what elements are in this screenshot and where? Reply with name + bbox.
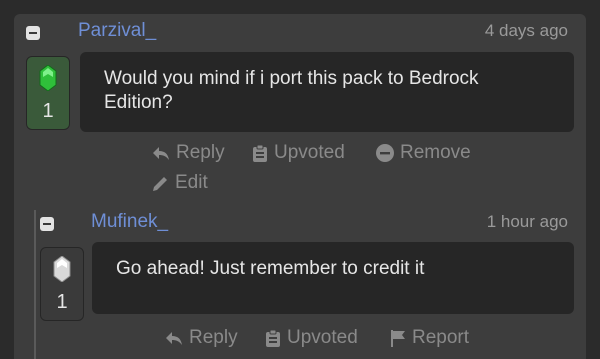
vote-box[interactable]: 1 bbox=[26, 56, 70, 130]
comment-author[interactable]: Mufinek_ bbox=[91, 211, 168, 233]
edit-button[interactable]: Edit bbox=[152, 172, 208, 194]
thread-line bbox=[34, 210, 36, 359]
reply-button[interactable]: Reply bbox=[152, 142, 225, 164]
clipboard-icon bbox=[266, 329, 280, 347]
collapse-toggle[interactable] bbox=[40, 217, 54, 231]
collapse-toggle[interactable] bbox=[26, 26, 40, 40]
flag-icon bbox=[391, 330, 405, 347]
comment-body: Would you mind if i port this pack to Be… bbox=[80, 52, 574, 132]
vote-count: 1 bbox=[56, 291, 68, 313]
emerald-icon bbox=[39, 65, 57, 91]
vote-count: 1 bbox=[42, 100, 54, 122]
comment-body: Go ahead! Just remember to credit it bbox=[92, 242, 574, 314]
comments-panel: Parzival_ 4 days ago 1 Would you mind if… bbox=[14, 14, 586, 359]
comment-timestamp: 1 hour ago bbox=[486, 212, 568, 231]
upvoted-button[interactable]: Upvoted bbox=[252, 142, 345, 164]
reply-icon bbox=[153, 147, 169, 160]
comment-author[interactable]: Parzival_ bbox=[78, 20, 156, 42]
clipboard-icon bbox=[253, 144, 267, 162]
report-button[interactable]: Report bbox=[390, 327, 469, 349]
reply-button[interactable]: Reply bbox=[165, 327, 238, 349]
remove-button[interactable]: Remove bbox=[376, 142, 471, 164]
reply-icon bbox=[166, 332, 182, 345]
diamond-icon bbox=[53, 256, 71, 282]
comment-timestamp: 4 days ago bbox=[484, 21, 568, 40]
upvoted-button[interactable]: Upvoted bbox=[265, 327, 358, 349]
remove-icon bbox=[376, 144, 394, 162]
pencil-icon bbox=[153, 176, 167, 191]
vote-box[interactable]: 1 bbox=[40, 247, 84, 321]
